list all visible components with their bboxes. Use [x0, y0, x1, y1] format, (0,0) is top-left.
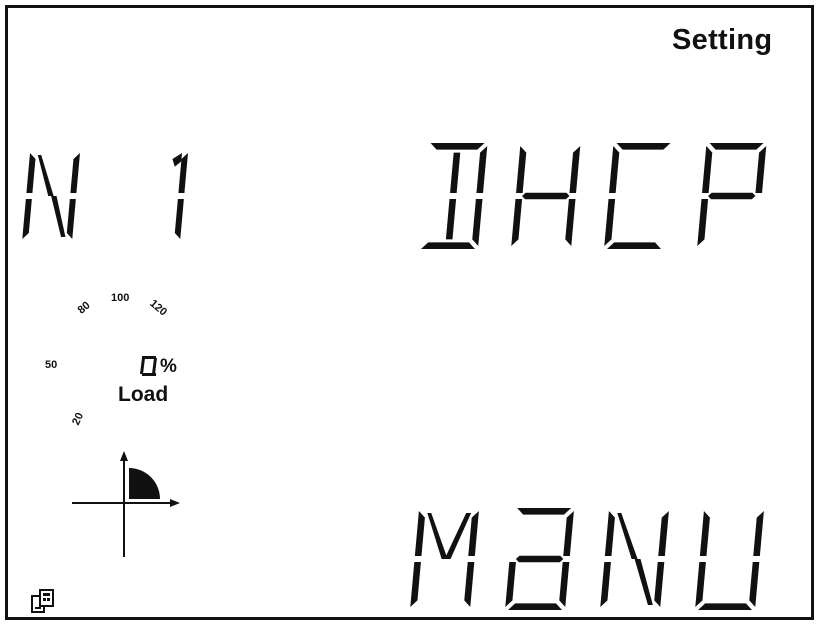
lcd-segment [654, 562, 665, 607]
lcd-segment [522, 192, 570, 200]
lcd-segment [508, 603, 562, 610]
lcd-segment [753, 511, 764, 556]
lcd-segment [609, 146, 620, 193]
load-scale-label-100: 100 [111, 292, 130, 304]
lcd-segment [617, 513, 638, 559]
lcd-segment [472, 199, 483, 246]
load-unit-percent: % [160, 356, 177, 377]
segment-display [22, 143, 767, 610]
lcd-segment [515, 555, 564, 563]
lcd-segment [51, 196, 66, 237]
lcd-segment [464, 562, 475, 607]
lcd-segment [70, 153, 81, 193]
lcd-segment [697, 199, 709, 246]
lcd-segment [604, 511, 615, 556]
lcd-segment [749, 562, 760, 607]
lcd-segment [634, 559, 653, 605]
lcd-segment [569, 146, 581, 193]
main-segment-digits [22, 143, 767, 610]
lcd-segment [430, 143, 485, 150]
lcd-segment [607, 242, 661, 249]
quadrant-indicator-icon [72, 451, 180, 557]
lcd-segment [37, 155, 54, 196]
lcd-segment [695, 562, 706, 607]
lcd-segment [702, 146, 713, 193]
lcd-segment [444, 513, 472, 559]
lcd-segment [709, 143, 764, 150]
lcd-segment [616, 143, 671, 150]
lcd-segment [476, 146, 488, 193]
lcd-segment [658, 511, 669, 556]
lcd-segment [450, 152, 461, 193]
lcd-segment [172, 153, 183, 167]
lcd-segment [410, 562, 421, 607]
load-scale-label-50: 50 [45, 359, 58, 371]
lcd-segment [565, 199, 576, 246]
lcd-segment [66, 199, 76, 239]
lcd-segment [445, 199, 457, 240]
lcd-segment [698, 603, 752, 610]
lcd-segment [563, 511, 574, 556]
load-value-digit [140, 356, 157, 376]
lcd-segment [755, 146, 767, 193]
lcd-segment [468, 511, 479, 556]
lcd-segment [26, 153, 36, 193]
lcd-segment [421, 242, 475, 249]
lcd-segment [516, 146, 527, 193]
lcd-segment [559, 562, 570, 607]
lcd-segment [708, 192, 756, 200]
lcd-segment [427, 513, 448, 559]
lcd-segment [699, 511, 710, 556]
lcd-segment [174, 199, 184, 239]
lcd-segment [600, 562, 611, 607]
load-label: Load [118, 383, 169, 406]
communication-icon [31, 589, 54, 613]
lcd-segment [604, 199, 616, 246]
lcd-segment [517, 508, 572, 515]
lcd-segment [22, 199, 32, 239]
lcd-segment [414, 511, 425, 556]
lcd-segment [505, 562, 516, 607]
lcd-segment [511, 199, 523, 246]
